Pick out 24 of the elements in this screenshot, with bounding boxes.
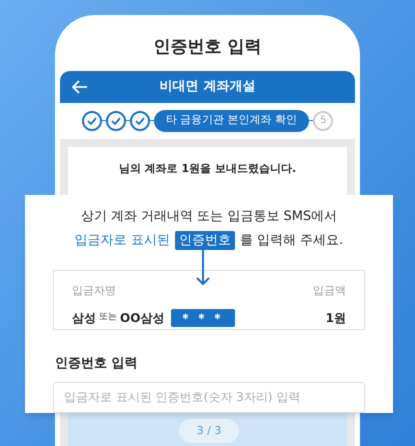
code-input-field[interactable]: 입금자로 표시된 인증번호(숫자 3자리) 입력 [53, 382, 365, 413]
pending-step: 5 [313, 110, 334, 130]
screen-title: 인증번호 입력 [152, 36, 262, 59]
check-icon [86, 116, 97, 124]
highlight-text: 입금자로 표시된 [74, 232, 170, 250]
check-icon [110, 116, 121, 124]
check-icon [134, 116, 145, 124]
app-header-title: 비대면 계좌개설 [158, 78, 256, 96]
back-arrow-icon[interactable] [72, 80, 88, 94]
amount-value: 1원 [326, 310, 346, 326]
depositor-name: OO삼성 [120, 310, 164, 326]
depositor-name: 삼성 [72, 310, 96, 326]
depositor-label: 입금자명 [72, 283, 117, 299]
current-step: 타 금융기관 본인계좌 확인 [154, 110, 310, 132]
message-text: 님의 계좌로 1원을 보내드렸습니다. [118, 160, 296, 176]
code-badge: ＊＊＊ [171, 308, 236, 326]
amount-label: 입금액 [313, 283, 346, 299]
or-text: 또는 [99, 310, 117, 324]
instruction-line: 상기 계좌 거래내역 또는 입금통보 SMS에서 [80, 208, 338, 226]
page-indicator: 3 / 3 [179, 419, 239, 443]
instruction-text: 를 입력해 주세요. [240, 232, 344, 250]
input-label: 인증번호 입력 [55, 355, 138, 374]
code-badge: 인증번호 [174, 230, 235, 250]
down-arrow-icon [196, 248, 210, 286]
